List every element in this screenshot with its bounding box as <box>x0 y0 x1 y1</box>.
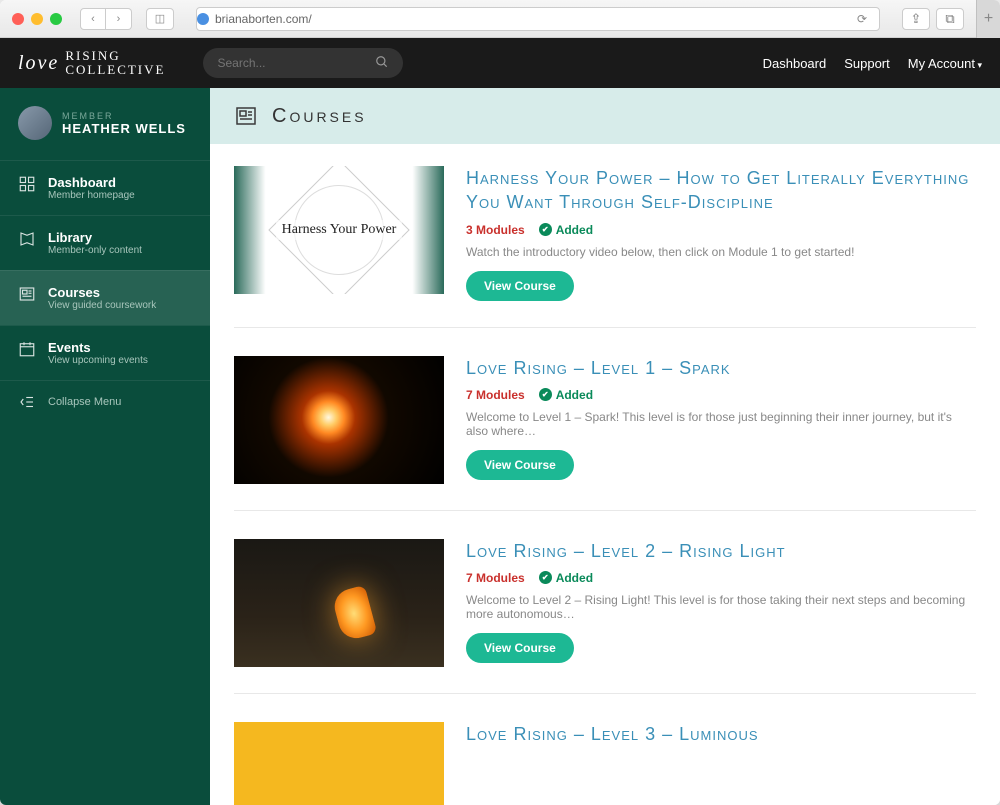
sidebar-item-label: Library <box>48 230 142 245</box>
maximize-window-button[interactable] <box>50 13 62 25</box>
collapse-label: Collapse Menu <box>48 396 121 408</box>
sidebar-item-library[interactable]: Library Member-only content <box>0 215 210 270</box>
main-content: Courses Harness Your Power Harness Your … <box>210 88 1000 805</box>
calendar-icon <box>18 340 36 358</box>
course-description: Welcome to Level 2 – Rising Light! This … <box>466 593 976 621</box>
logo-script: love <box>18 52 59 74</box>
sidebar-item-events[interactable]: Events View upcoming events <box>0 325 210 380</box>
news-icon <box>234 104 258 128</box>
course-thumbnail[interactable] <box>234 356 444 484</box>
reload-icon[interactable]: ⟳ <box>857 12 871 26</box>
back-button[interactable]: ‹ <box>80 8 106 30</box>
right-toolbar: ⇪ ⧉ <box>902 8 964 30</box>
app-root: love RISING COLLECTIVE Dashboard Support… <box>0 38 1000 805</box>
added-badge: Added <box>539 223 593 237</box>
book-icon <box>18 230 36 248</box>
url-bar[interactable]: brianaborten.com/ ⟳ <box>196 7 880 31</box>
course-thumbnail[interactable] <box>234 539 444 667</box>
app-body: MEMBER HEATHER WELLS Dashboard Member ho… <box>0 88 1000 805</box>
sidebar-item-sub: Member-only content <box>48 245 142 256</box>
logo-text: RISING COLLECTIVE <box>65 49 165 78</box>
sidebar-item-sub: View guided coursework <box>48 300 156 311</box>
course-title-link[interactable]: Love Rising – Level 3 – Luminous <box>466 722 976 746</box>
view-course-button[interactable]: View Course <box>466 450 574 480</box>
forward-button[interactable]: › <box>106 8 132 30</box>
sidebar: MEMBER HEATHER WELLS Dashboard Member ho… <box>0 88 210 805</box>
page-title: Courses <box>272 105 367 128</box>
added-badge: Added <box>539 571 593 585</box>
browser-window: ‹ › ◫ brianaborten.com/ ⟳ ⇪ ⧉ + love RIS… <box>0 0 1000 805</box>
globe-icon <box>197 13 209 25</box>
avatar <box>18 106 52 140</box>
url-text: brianaborten.com/ <box>215 12 312 26</box>
collapse-icon <box>18 393 36 411</box>
search-box[interactable] <box>203 48 403 78</box>
new-tab-button[interactable]: + <box>976 0 1000 38</box>
sidebar-item-courses[interactable]: Courses View guided coursework <box>0 270 210 325</box>
member-label: MEMBER <box>62 111 186 121</box>
brand-logo[interactable]: love RISING COLLECTIVE <box>18 49 165 78</box>
member-name: HEATHER WELLS <box>62 121 186 136</box>
course-row: Love Rising – Level 2 – Rising Light 7 M… <box>234 539 976 694</box>
traffic-lights <box>12 13 62 25</box>
search-icon[interactable] <box>375 55 389 72</box>
collapse-menu[interactable]: Collapse Menu <box>0 380 210 423</box>
sidebar-toggle-button[interactable]: ◫ <box>146 8 174 30</box>
course-row: Harness Your Power Harness Your Power – … <box>234 166 976 328</box>
top-navbar: love RISING COLLECTIVE Dashboard Support… <box>0 38 1000 88</box>
course-title-link[interactable]: Love Rising – Level 2 – Rising Light <box>466 539 976 563</box>
member-block[interactable]: MEMBER HEATHER WELLS <box>0 106 210 160</box>
nav-buttons: ‹ › <box>80 8 132 30</box>
tabs-button[interactable]: ⧉ <box>936 8 964 30</box>
browser-title-bar: ‹ › ◫ brianaborten.com/ ⟳ ⇪ ⧉ + <box>0 0 1000 38</box>
sidebar-item-dashboard[interactable]: Dashboard Member homepage <box>0 160 210 215</box>
search-input[interactable] <box>217 56 375 70</box>
course-title-link[interactable]: Harness Your Power – How to Get Literall… <box>466 166 976 215</box>
added-badge: Added <box>539 388 593 402</box>
sidebar-item-label: Dashboard <box>48 175 135 190</box>
page-header: Courses <box>210 88 1000 144</box>
nav-dashboard[interactable]: Dashboard <box>763 56 827 71</box>
course-title-link[interactable]: Love Rising – Level 1 – Spark <box>466 356 976 380</box>
view-course-button[interactable]: View Course <box>466 633 574 663</box>
nav-my-account[interactable]: My Account <box>908 56 982 71</box>
sidebar-item-label: Events <box>48 340 148 355</box>
share-button[interactable]: ⇪ <box>902 8 930 30</box>
course-thumbnail[interactable]: Harness Your Power <box>234 166 444 294</box>
course-thumbnail[interactable] <box>234 722 444 805</box>
course-row: Love Rising – Level 1 – Spark 7 Modules … <box>234 356 976 511</box>
course-row: Love Rising – Level 3 – Luminous <box>234 722 976 805</box>
news-icon <box>18 285 36 303</box>
sidebar-item-label: Courses <box>48 285 156 300</box>
view-course-button[interactable]: View Course <box>466 271 574 301</box>
close-window-button[interactable] <box>12 13 24 25</box>
course-list: Harness Your Power Harness Your Power – … <box>210 144 1000 805</box>
modules-count: 7 Modules <box>466 571 525 585</box>
grid-icon <box>18 175 36 193</box>
course-description: Welcome to Level 1 – Spark! This level i… <box>466 410 976 438</box>
minimize-window-button[interactable] <box>31 13 43 25</box>
sidebar-item-sub: Member homepage <box>48 190 135 201</box>
modules-count: 3 Modules <box>466 223 525 237</box>
nav-support[interactable]: Support <box>844 56 890 71</box>
course-description: Watch the introductory video below, then… <box>466 245 976 259</box>
modules-count: 7 Modules <box>466 388 525 402</box>
sidebar-item-sub: View upcoming events <box>48 355 148 366</box>
